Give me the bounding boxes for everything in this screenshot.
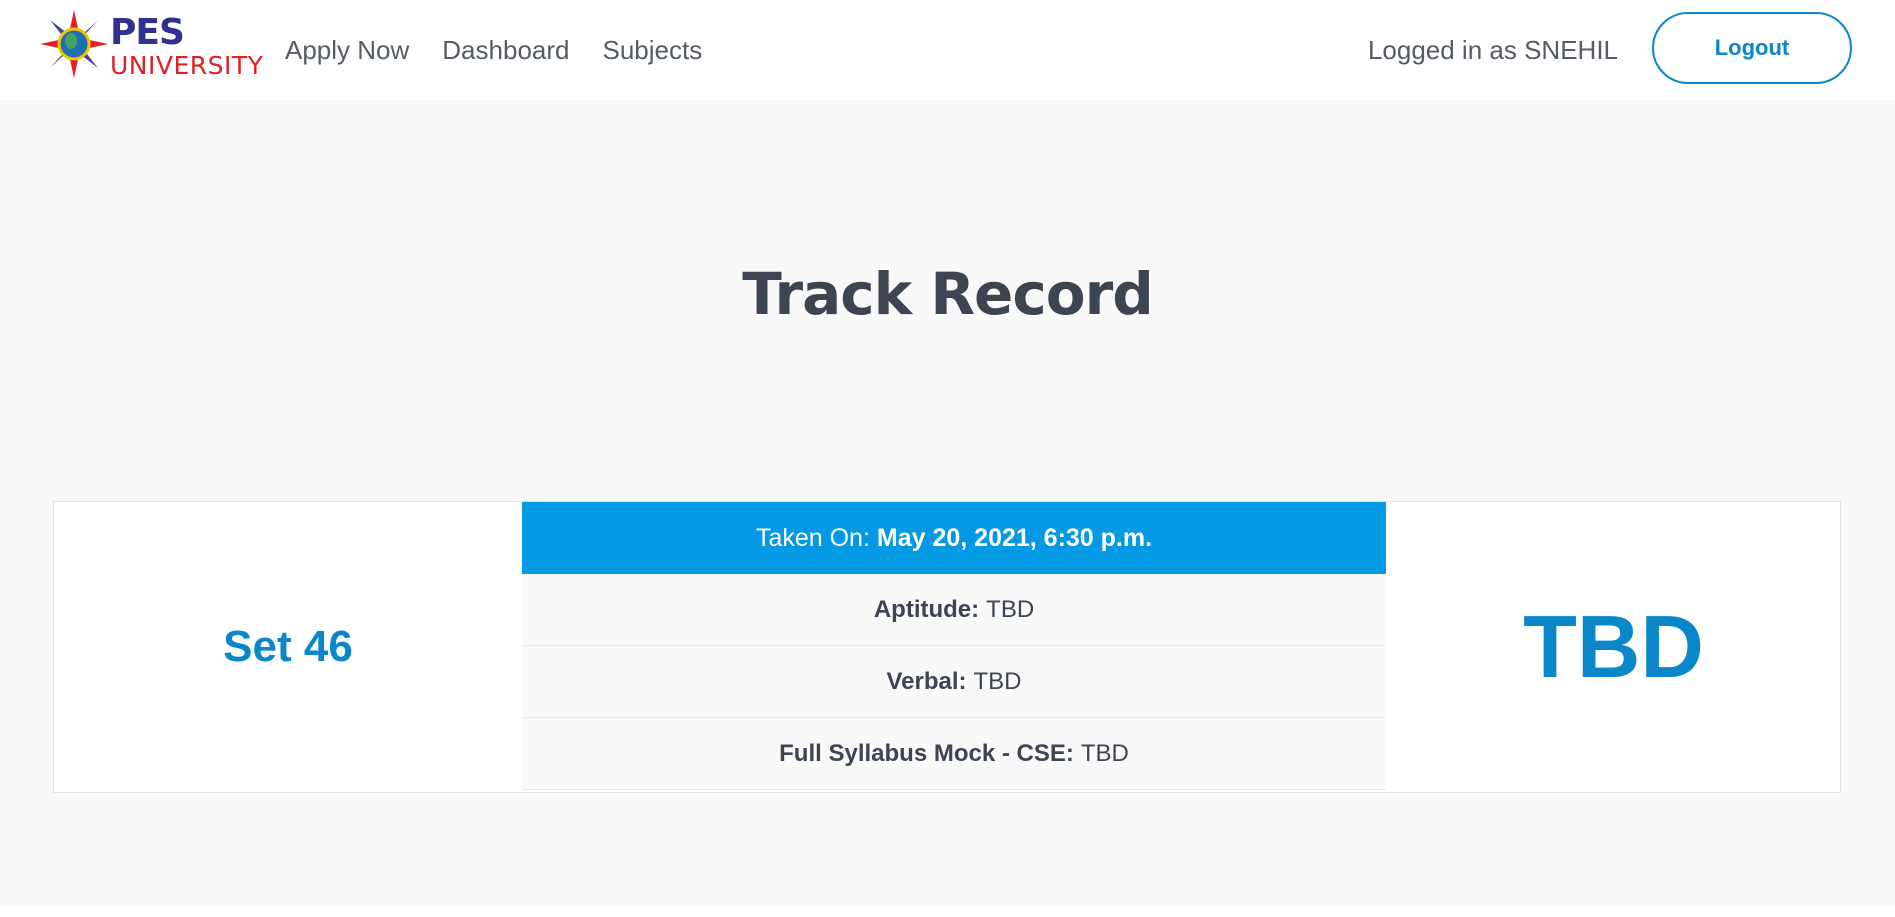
- score-value: TBD: [973, 667, 1022, 695]
- score-row-full-syllabus-mock: Full Syllabus Mock - CSE: TBD: [522, 718, 1386, 790]
- logo-text-university: UNIVERSITY: [110, 51, 264, 80]
- score-row-aptitude: Aptitude: TBD: [522, 574, 1386, 646]
- score-label: Aptitude:: [873, 595, 980, 623]
- compass-emblem-icon: [40, 10, 108, 78]
- navbar: PES UNIVERSITY Apply Now Dashboard Subje…: [0, 0, 1895, 100]
- main-content: Track Record Set 46 Taken On: May 20, 20…: [0, 100, 1895, 906]
- logo-text-pes: PES: [110, 12, 185, 53]
- logged-in-user-text: Logged in as SNEHIL: [1367, 35, 1618, 65]
- overall-score: TBD: [1523, 597, 1704, 696]
- score-label: Verbal:: [886, 667, 967, 695]
- score-value: TBD: [986, 595, 1035, 623]
- score-label: Full Syllabus Mock - CSE:: [779, 739, 1074, 767]
- nav-link-dashboard[interactable]: Dashboard: [442, 30, 569, 70]
- taken-on-date: May 20, 2021, 6:30 p.m.: [876, 523, 1153, 552]
- logout-button[interactable]: Logout: [1652, 12, 1852, 84]
- nav-link-apply-now[interactable]: Apply Now: [285, 30, 409, 70]
- score-row-verbal: Verbal: TBD: [522, 646, 1386, 718]
- track-record-card: Set 46 Taken On: May 20, 2021, 6:30 p.m.…: [53, 501, 1841, 793]
- taken-on-label: Taken On:: [755, 523, 870, 552]
- score-value: TBD: [1080, 739, 1129, 767]
- nav-link-subjects[interactable]: Subjects: [602, 30, 702, 70]
- nav-links: Apply Now Dashboard Subjects: [285, 30, 702, 70]
- pes-university-logo[interactable]: PES UNIVERSITY: [40, 10, 263, 80]
- taken-on-header: Taken On: May 20, 2021, 6:30 p.m.: [522, 502, 1386, 574]
- page-title: Track Record: [742, 260, 1153, 328]
- set-label: Set 46: [223, 622, 353, 671]
- test-details: Taken On: May 20, 2021, 6:30 p.m. Aptitu…: [522, 502, 1386, 792]
